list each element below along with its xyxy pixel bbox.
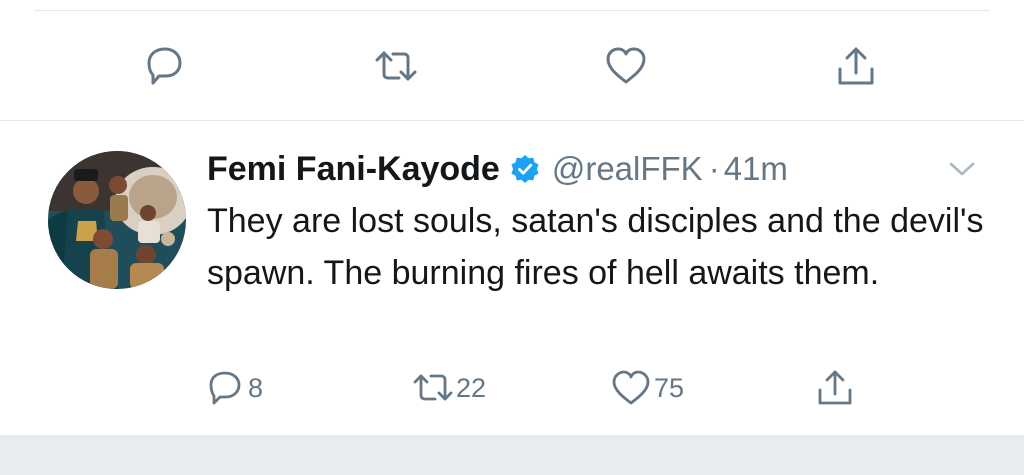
tweet[interactable]: Femi Fani-Kayode @realFFK · 41m They are… [0,121,1024,435]
timeline: Femi Fani-Kayode @realFFK · 41m They are… [0,0,1024,475]
reply-button[interactable] [138,40,190,92]
like-button[interactable]: 75 [610,363,684,413]
share-icon [818,370,852,405]
share-button[interactable] [830,40,882,92]
retweet-button[interactable] [370,40,422,92]
avatar[interactable] [48,151,186,289]
share-button[interactable] [814,363,856,413]
separator-dot: · [708,150,720,187]
more-options-button[interactable] [944,151,980,187]
like-icon [612,370,650,405]
reply-count: 8 [248,372,264,403]
timestamp[interactable]: 41m [724,150,788,188]
divider-top [34,10,990,11]
retweet-icon [413,374,453,401]
timeline-gap [0,435,1024,475]
tweet-header: Femi Fani-Kayode @realFFK · 41m [207,147,788,191]
retweet-count: 22 [456,372,487,403]
display-name[interactable]: Femi Fani-Kayode [207,150,500,189]
reply-icon [209,371,241,405]
handle[interactable]: @realFFK [552,150,703,188]
retweet-icon [375,51,417,81]
reply-button[interactable]: 8 [204,363,263,413]
avatar-image [48,151,186,289]
like-count: 75 [654,372,685,403]
verified-badge-icon [510,154,540,184]
tweet-action-bar: 8 22 75 [0,363,1024,413]
retweet-button[interactable]: 22 [412,363,486,413]
tweet-text: They are lost souls, satan's disciples a… [207,202,984,292]
like-button[interactable] [600,40,652,92]
reply-icon [147,47,182,85]
chevron-down-icon [949,162,975,176]
like-icon [606,47,646,84]
previous-tweet-action-bar [0,40,1024,92]
share-icon [838,47,874,85]
